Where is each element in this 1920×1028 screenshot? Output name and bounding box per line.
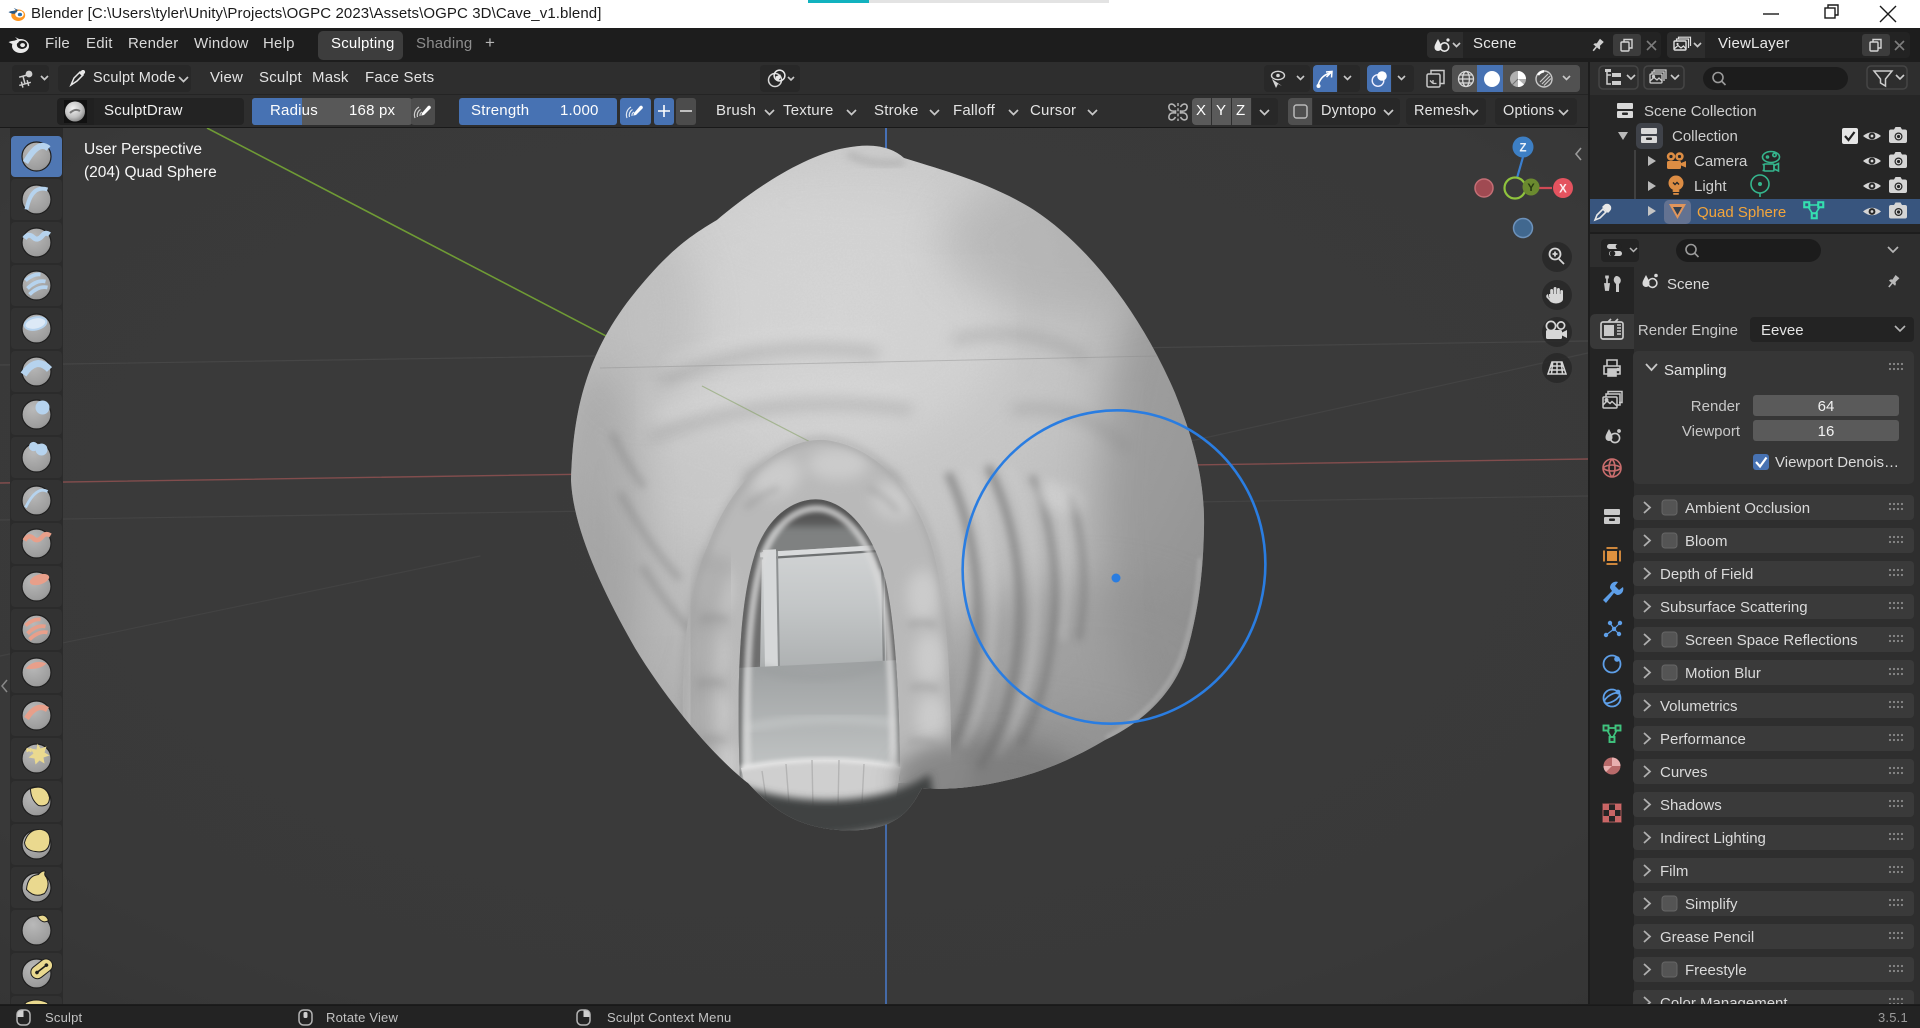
svg-text:Render Engine: Render Engine: [1638, 322, 1738, 339]
svg-text:Viewport Denois…: Viewport Denois…: [1775, 454, 1899, 471]
svg-text:Scene: Scene: [1667, 276, 1710, 293]
svg-text:Depth of Field: Depth of Field: [1660, 566, 1753, 583]
svg-text:Freestyle: Freestyle: [1685, 962, 1747, 979]
svg-text:Curves: Curves: [1660, 764, 1708, 781]
svg-text:64: 64: [1818, 398, 1835, 415]
svg-text:Volumetrics: Volumetrics: [1660, 698, 1738, 715]
svg-text:Performance: Performance: [1660, 731, 1746, 748]
svg-text:Light: Light: [1694, 178, 1727, 195]
svg-text:Indirect Lighting: Indirect Lighting: [1660, 830, 1766, 847]
svg-text:X: X: [1559, 184, 1567, 196]
svg-text:Y: Y: [1527, 182, 1535, 194]
svg-text:Scene Collection: Scene Collection: [1644, 103, 1757, 120]
svg-text:Z: Z: [1519, 143, 1526, 155]
svg-text:Grease Pencil: Grease Pencil: [1660, 929, 1754, 946]
svg-text:Eevee: Eevee: [1761, 322, 1804, 339]
svg-text:Render: Render: [1691, 398, 1740, 415]
svg-text:Motion Blur: Motion Blur: [1685, 665, 1761, 682]
svg-text:Bloom: Bloom: [1685, 533, 1728, 550]
svg-text:Camera: Camera: [1694, 153, 1748, 170]
svg-text:Screen Space Reflections: Screen Space Reflections: [1685, 632, 1858, 649]
svg-text:Collection: Collection: [1672, 128, 1738, 145]
svg-text:16: 16: [1818, 423, 1835, 440]
svg-text:(204) Quad Sphere: (204) Quad Sphere: [84, 164, 217, 181]
svg-text:Color Management: Color Management: [1660, 995, 1788, 1004]
svg-text:Film: Film: [1660, 863, 1688, 880]
svg-text:Shadows: Shadows: [1660, 797, 1722, 814]
svg-text:User Perspective: User Perspective: [84, 141, 202, 158]
svg-text:Viewport: Viewport: [1682, 423, 1741, 440]
svg-text:Simplify: Simplify: [1685, 896, 1738, 913]
svg-text:Ambient Occlusion: Ambient Occlusion: [1685, 500, 1810, 517]
svg-text:Sampling: Sampling: [1664, 362, 1727, 379]
svg-text:Subsurface Scattering: Subsurface Scattering: [1660, 599, 1808, 616]
svg-text:Quad Sphere: Quad Sphere: [1697, 204, 1786, 221]
